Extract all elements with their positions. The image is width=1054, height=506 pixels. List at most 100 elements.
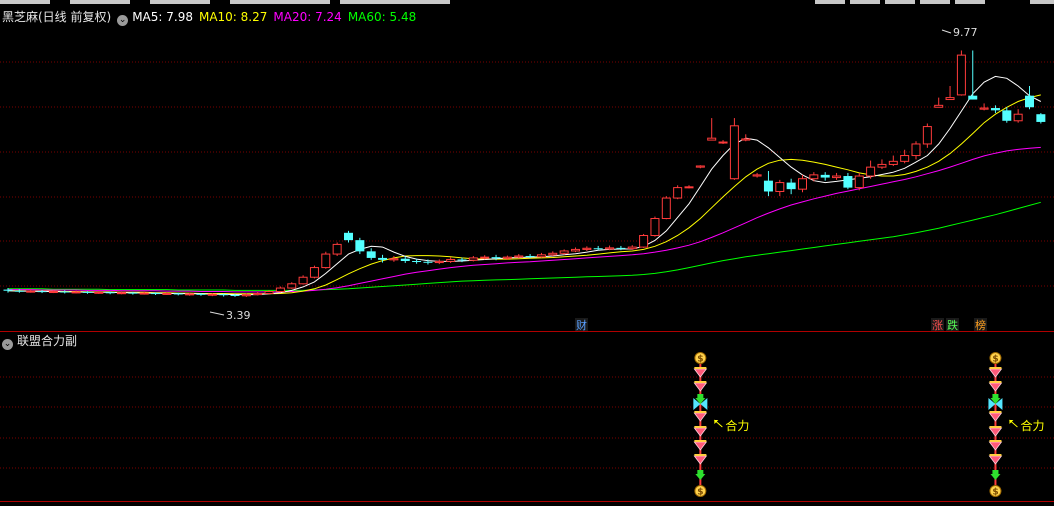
candle-body-up	[911, 143, 921, 157]
candle-body-down	[37, 291, 47, 293]
candle-body-down	[990, 108, 1000, 111]
candle-body-up	[139, 292, 149, 295]
candle-body-up	[185, 293, 195, 296]
candle-body-down	[616, 247, 626, 249]
candle-body-down	[60, 291, 70, 293]
gem-icon	[693, 455, 708, 465]
candle-body-up	[162, 292, 172, 295]
signal-label: 合力	[725, 418, 749, 433]
gem-icon	[988, 412, 1003, 422]
candle-body-up	[934, 104, 944, 108]
candle-body-down	[423, 261, 433, 263]
candle-body-down	[412, 261, 422, 263]
gem-icon	[693, 427, 708, 437]
candle-body-down	[344, 232, 353, 241]
candle-body-up	[94, 291, 104, 294]
coin-symbol: $	[697, 355, 703, 365]
candle-body-up	[502, 256, 512, 259]
candle-body-up	[536, 254, 546, 258]
moving-average-lines	[7, 75, 1042, 296]
candle-body-down	[378, 257, 388, 260]
candle-body-down	[128, 292, 138, 294]
candle-body-up	[866, 166, 876, 177]
candle-body-up	[287, 283, 297, 289]
candle-body-up	[253, 292, 263, 296]
marker-bang: 榜	[975, 318, 986, 332]
candle-body-down	[105, 292, 115, 294]
candle-body-up	[26, 290, 36, 293]
candle-body-up	[695, 165, 705, 168]
candle-body-up	[514, 255, 524, 258]
candle-body-up	[571, 248, 580, 252]
candle-body-up	[888, 160, 898, 165]
price-chart[interactable]: 9.77 3.39 财 涨跌 榜 $ $ 合力 $ $ 合力	[0, 0, 1054, 506]
candle-body-down	[82, 291, 92, 293]
candle-body-up	[729, 125, 739, 180]
low-pointer	[209, 311, 225, 316]
signal-columns: $ $ 合力 $ $ 合力	[693, 352, 1044, 498]
candle-body-down	[366, 251, 376, 258]
signal-label: 合力	[1020, 418, 1044, 433]
candle-body-down	[3, 289, 13, 291]
candle-body-up	[1013, 113, 1023, 122]
candle-body-up	[979, 107, 989, 110]
ma10-line	[8, 94, 1041, 295]
coin-symbol: $	[697, 488, 703, 498]
gem-icon	[988, 455, 1003, 465]
high-pointer	[941, 29, 952, 34]
candle-body-down	[400, 258, 410, 262]
marker-die: 跌	[947, 318, 958, 332]
candle-body-up	[798, 178, 807, 190]
candle-body-up	[627, 246, 637, 250]
candle-body-up	[71, 291, 81, 294]
candle-body-up	[332, 243, 342, 255]
candle-body-up	[854, 175, 864, 189]
candle-body-up	[900, 155, 910, 162]
ma20-line	[8, 146, 1041, 293]
candle-body-up	[548, 252, 558, 256]
candle-body-up	[639, 235, 649, 248]
gem-icon	[693, 382, 708, 392]
candle-body-down	[1002, 110, 1012, 121]
candle-body-up	[275, 287, 285, 293]
candle-body-up	[673, 187, 683, 199]
signal-column: $ $ 合力	[693, 352, 749, 498]
candle-body-down	[1025, 95, 1034, 108]
candle-body-up	[264, 291, 274, 294]
down-arrow-icon	[695, 470, 706, 480]
candle-body-down	[843, 176, 853, 188]
candle-body-up	[389, 258, 399, 261]
candle-body-up	[684, 186, 694, 189]
ma60-line	[8, 201, 1041, 291]
candle-body-up	[877, 163, 887, 168]
candle-body-down	[196, 293, 206, 295]
candle-body-down	[14, 290, 24, 292]
candle-body-up	[468, 257, 478, 261]
candle-body-up	[707, 137, 717, 141]
candle-body-down	[219, 294, 229, 296]
down-arrow-icon	[990, 470, 1001, 480]
candle-body-up	[922, 126, 932, 145]
gem-icon	[693, 368, 708, 378]
candle-body-up	[207, 293, 217, 296]
candle-body-down	[968, 95, 978, 100]
candle-body-up	[298, 276, 308, 285]
gem-icon	[693, 412, 708, 422]
candle-body-down	[173, 293, 183, 295]
candle-body-down	[763, 180, 773, 192]
low-price-label: 3.39	[226, 309, 251, 322]
candle-body-down	[355, 240, 365, 252]
candle-body-up	[945, 97, 955, 101]
gem-icon	[988, 368, 1003, 378]
candle-body-up	[241, 294, 251, 297]
candle-body-up	[480, 256, 490, 259]
candle-body-up	[809, 174, 819, 180]
candle-body-up	[832, 175, 842, 179]
coin-symbol: $	[992, 488, 998, 498]
candle-body-down	[491, 257, 501, 259]
candle-body-up	[956, 54, 966, 96]
candle-body-up	[775, 182, 785, 192]
candle-body-up	[752, 174, 762, 177]
candle-body-up	[434, 260, 444, 264]
candle-body-up	[718, 141, 728, 144]
